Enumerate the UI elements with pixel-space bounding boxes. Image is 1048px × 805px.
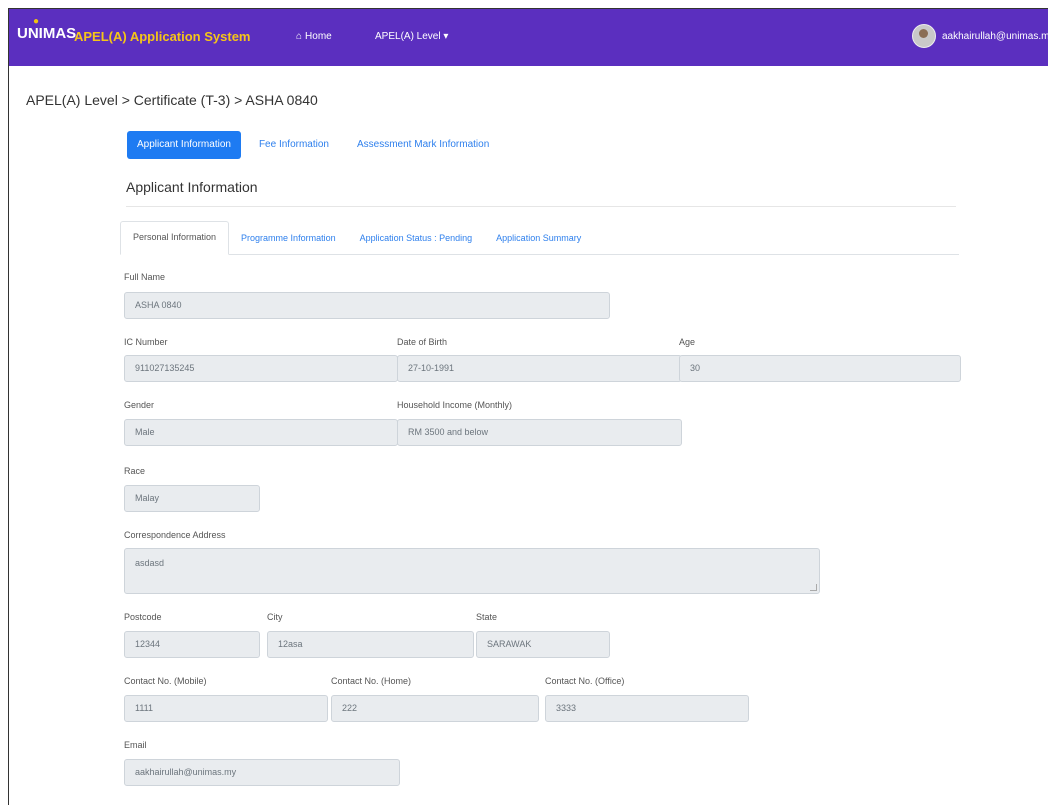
gender-label: Gender: [124, 400, 155, 410]
caret-down-icon: ▾: [443, 31, 449, 42]
age-label: Age: [679, 337, 696, 347]
postcode-label: Postcode: [124, 612, 162, 622]
pill-tabs: Applicant Information Fee Information As…: [127, 131, 507, 159]
address-value: asdasd: [135, 558, 165, 568]
nav-level-label: APEL(A) Level: [375, 31, 441, 42]
office-phone-label: Contact No. (Office): [545, 676, 625, 686]
email-label: Email: [124, 740, 147, 750]
tab-application-summary[interactable]: Application Summary: [484, 223, 593, 254]
city-field[interactable]: 12asa: [267, 631, 474, 658]
tab-fee-information[interactable]: Fee Information: [249, 131, 339, 159]
nav-level-dropdown[interactable]: APEL(A) Level ▾: [375, 31, 448, 42]
home-phone-field[interactable]: 222: [331, 695, 539, 722]
mobile-field[interactable]: 1111: [124, 695, 328, 722]
tab-personal-information[interactable]: Personal Information: [120, 221, 230, 255]
address-label: Correspondence Address: [124, 530, 226, 540]
email-field[interactable]: aakhairullah@unimas.my: [124, 759, 400, 786]
tab-assessment-mark-information[interactable]: Assessment Mark Information: [347, 131, 499, 159]
office-phone-field[interactable]: 3333: [545, 695, 749, 722]
dob-label: Date of Birth: [397, 337, 448, 347]
tab-applicant-information[interactable]: Applicant Information: [127, 131, 241, 159]
logo-text: UNIMAS: [17, 25, 77, 42]
home-phone-label: Contact No. (Home): [331, 676, 412, 686]
home-icon: ⌂: [296, 31, 303, 42]
city-label: City: [267, 612, 283, 622]
state-field[interactable]: SARAWAK: [476, 631, 610, 658]
race-label: Race: [124, 466, 146, 476]
user-menu[interactable]: aakhairullah@unimas.m: [912, 24, 1048, 48]
full-name-field[interactable]: ASHA 0840: [124, 292, 610, 319]
unimas-logo[interactable]: ● UNIMAS: [17, 16, 77, 42]
avatar: [912, 24, 936, 48]
postcode-field[interactable]: 12344: [124, 631, 260, 658]
tab-programme-information[interactable]: Programme Information: [229, 223, 348, 254]
app-title[interactable]: APEL(A) Application System: [74, 29, 250, 44]
section-divider: [126, 206, 956, 207]
logo-mark-icon: ●: [33, 16, 40, 27]
ic-number-label: IC Number: [124, 337, 168, 347]
nav-home-link[interactable]: ⌂ Home: [296, 31, 332, 42]
breadcrumb: APEL(A) Level > Certificate (T-3) > ASHA…: [26, 92, 318, 108]
info-tabs: Personal Information Programme Informati…: [120, 221, 959, 255]
navbar: ● UNIMAS APEL(A) Application System ⌂ Ho…: [9, 9, 1048, 66]
app-window: ● UNIMAS APEL(A) Application System ⌂ Ho…: [8, 8, 1048, 805]
mobile-label: Contact No. (Mobile): [124, 676, 207, 686]
tab-application-status[interactable]: Application Status : Pending: [348, 223, 485, 254]
nav-home-label: Home: [305, 31, 332, 42]
address-textarea[interactable]: asdasd: [124, 548, 820, 594]
ic-number-field[interactable]: 911027135245: [124, 355, 398, 382]
income-field[interactable]: RM 3500 and below: [397, 419, 682, 446]
user-email: aakhairullah@unimas.m: [942, 30, 1048, 42]
age-field[interactable]: 30: [679, 355, 961, 382]
race-field[interactable]: Malay: [124, 485, 260, 512]
gender-field[interactable]: Male: [124, 419, 398, 446]
resize-grip-icon[interactable]: [810, 584, 817, 591]
state-label: State: [476, 612, 498, 622]
section-title: Applicant Information: [126, 179, 258, 195]
dob-field[interactable]: 27-10-1991: [397, 355, 682, 382]
income-label: Household Income (Monthly): [397, 400, 513, 410]
full-name-label: Full Name: [124, 272, 166, 282]
